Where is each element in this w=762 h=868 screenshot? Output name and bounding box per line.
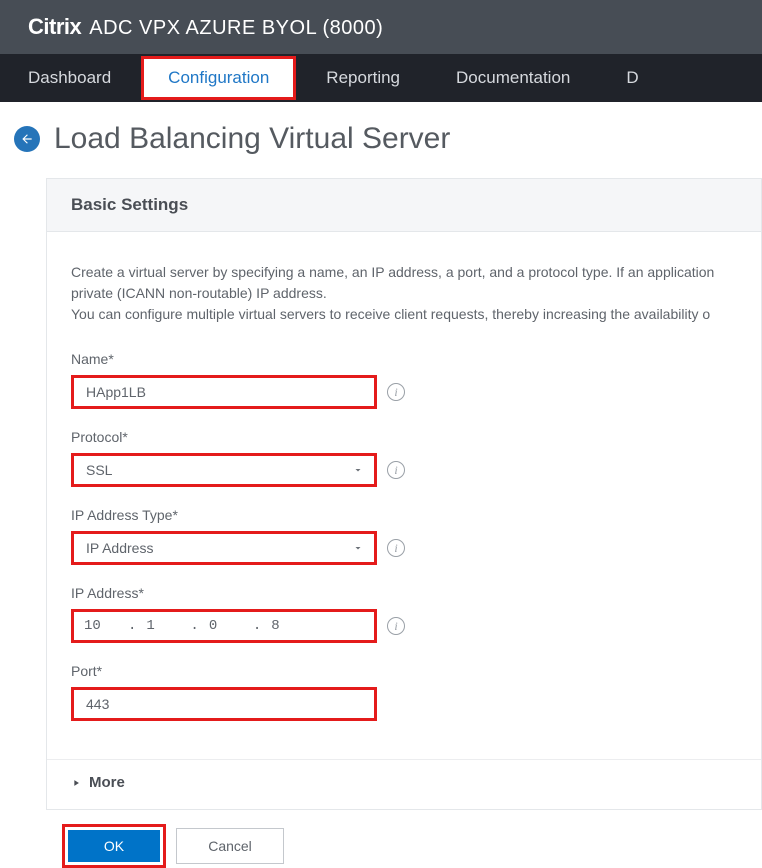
arrow-left-icon (20, 132, 34, 146)
info-icon[interactable]: i (387, 539, 405, 557)
field-ip-type: IP Address Type* IP Address i (71, 507, 737, 565)
protocol-label: Protocol* (71, 429, 737, 445)
info-icon[interactable]: i (387, 383, 405, 401)
field-ip-address: IP Address* 10 . 1 . 0 . 8 i (71, 585, 737, 643)
page-title: Load Balancing Virtual Server (54, 122, 450, 156)
field-name: Name* i (71, 351, 737, 409)
ip-dot: . (128, 618, 136, 634)
name-input[interactable] (74, 378, 374, 406)
ip-seg-2[interactable]: 1 (146, 618, 180, 634)
ip-address-input[interactable]: 10 . 1 . 0 . 8 (74, 612, 315, 640)
desc-line-1: Create a virtual server by specifying a … (71, 264, 714, 280)
tab-documentation[interactable]: Documentation (428, 54, 598, 102)
tab-reporting[interactable]: Reporting (298, 54, 428, 102)
field-protocol: Protocol* SSL i (71, 429, 737, 487)
back-button[interactable] (14, 126, 40, 152)
page-content: Load Balancing Virtual Server Basic Sett… (0, 102, 762, 868)
basic-settings-panel: Basic Settings Create a virtual server b… (46, 178, 762, 810)
product-name: ADC VPX AZURE BYOL (8000) (89, 17, 383, 40)
page-header: Load Balancing Virtual Server (14, 122, 762, 156)
app-header: Citrix ADC VPX AZURE BYOL (8000) (0, 0, 762, 54)
panel-body: Create a virtual server by specifying a … (47, 232, 761, 759)
desc-line-3: You can configure multiple virtual serve… (71, 306, 710, 322)
ip-seg-1[interactable]: 10 (84, 618, 118, 634)
port-input[interactable] (74, 690, 374, 718)
field-port: Port* (71, 663, 737, 721)
triangle-right-icon (71, 778, 81, 788)
desc-line-2: private (ICANN non-routable) IP address. (71, 285, 327, 301)
panel-title: Basic Settings (47, 179, 761, 232)
info-icon[interactable]: i (387, 617, 405, 635)
main-tabs: Dashboard Configuration Reporting Docume… (0, 54, 762, 102)
more-label: More (89, 774, 125, 791)
action-bar: OK Cancel (14, 810, 762, 868)
ip-dot: . (190, 618, 198, 634)
tab-configuration[interactable]: Configuration (141, 56, 296, 100)
cancel-button[interactable]: Cancel (176, 828, 284, 864)
info-icon[interactable]: i (387, 461, 405, 479)
ip-type-label: IP Address Type* (71, 507, 737, 523)
name-label: Name* (71, 351, 737, 367)
more-toggle[interactable]: More (47, 759, 761, 809)
port-label: Port* (71, 663, 737, 679)
ip-address-label: IP Address* (71, 585, 737, 601)
ip-seg-3[interactable]: 0 (209, 618, 243, 634)
protocol-select[interactable]: SSL (74, 456, 374, 484)
tab-partial[interactable]: D (598, 54, 666, 102)
brand-name: Citrix (28, 14, 81, 40)
tab-dashboard[interactable]: Dashboard (0, 54, 139, 102)
ip-type-select[interactable]: IP Address (74, 534, 374, 562)
panel-description: Create a virtual server by specifying a … (71, 262, 737, 325)
ip-seg-4[interactable]: 8 (271, 618, 305, 634)
ip-dot: . (253, 618, 261, 634)
